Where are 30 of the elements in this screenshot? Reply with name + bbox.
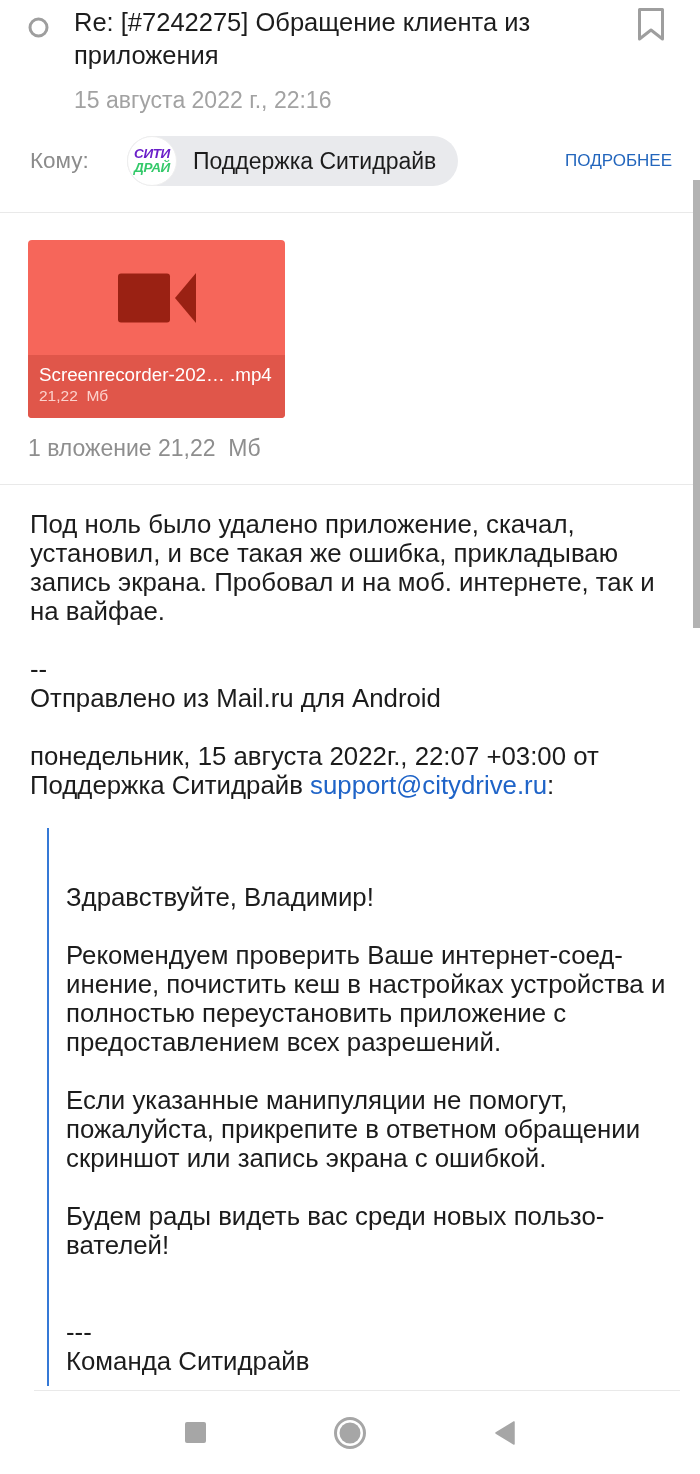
file-name: Screenrecorder-202… .mp4 xyxy=(39,363,273,386)
attachment-summary: 1 вложение 21,22 Мб xyxy=(28,434,262,462)
recipient-name: Поддержка Ситидрайв xyxy=(193,147,437,175)
bookmark-icon[interactable] xyxy=(638,8,664,41)
to-label: Кому: xyxy=(30,148,90,174)
email-subject: Re: [#7242275] Обращение клиента из приложения xyxy=(74,7,532,71)
status-circle-icon[interactable] xyxy=(28,17,49,38)
circle-icon[interactable] xyxy=(334,1416,366,1449)
signature-text: Отправлено из Mail.ru для Android xyxy=(30,684,442,713)
video-camera-icon xyxy=(117,272,196,323)
scrollbar-thumb[interactable] xyxy=(693,180,700,628)
square-icon[interactable] xyxy=(184,1422,206,1443)
quote-paragraph: Если указанные манипуляции не помогут, пожалуйста, прикрепите в ответном обращении скриншот или запись экрана с ошибкой. xyxy=(66,1086,642,1173)
email-link[interactable]: support@citydrive.ru xyxy=(310,771,547,799)
quote-paragraph: Будем рады видеть вас среди новых пользо- вателей! xyxy=(66,1202,606,1260)
message-paragraph: Под ноль было удалено приложение, скачал, установил, и все такая же ошибка, прикладываю запись экрана. Пробовал и на моб. интернете, так и на вайфае. xyxy=(30,510,656,626)
file-size: 21,22 Мб xyxy=(39,386,110,406)
quote-greeting: Здравствуйте, Владимир! xyxy=(66,883,375,912)
logo-text: СИТИ xyxy=(134,147,170,161)
recipient-chip[interactable]: СИТИ ДРАЙ Поддержка Ситидрайв xyxy=(127,136,459,186)
quote-separator: --- xyxy=(66,1318,93,1347)
signature-separator: -- xyxy=(30,655,49,684)
attachment-tile[interactable]: Screenrecorder-202… .mp4 21,22 Мб xyxy=(28,240,285,418)
logo-text: ДРАЙ xyxy=(134,161,170,175)
quote-paragraph: Рекомендуем проверить Ваше интернет-соед- инение, почистить кеш в настройках устройства и полностью переустановить приложение с предоставлением всех разрешений. xyxy=(66,941,667,1057)
quote-signature: Команда Ситидрайв xyxy=(66,1347,311,1376)
quote-intro: понедельник, 15 августа 2022г., 22:07 +03:00 от Поддержка Ситидрайв support@citydrive.ru: xyxy=(30,742,600,800)
details-link[interactable]: ПОДРОБНЕЕ xyxy=(565,151,672,171)
triangle-icon[interactable] xyxy=(495,1420,515,1445)
email-date: 15 августа 2022 г., 22:16 xyxy=(74,86,333,114)
